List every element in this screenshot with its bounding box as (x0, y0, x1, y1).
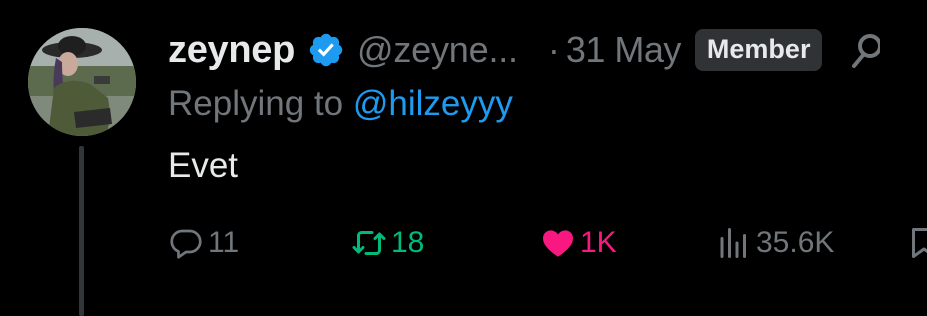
action-bar: 11 18 1K 35.6K (168, 218, 927, 268)
retweet-count: 18 (391, 226, 425, 259)
like-button[interactable]: 1K (540, 218, 617, 268)
tweet-text: Evet (168, 146, 239, 185)
separator-dot: · (547, 29, 560, 70)
avatar-image (28, 28, 136, 136)
bookmark-icon (912, 228, 927, 258)
reply-count: 11 (208, 226, 240, 259)
replying-prefix: Replying to (168, 84, 353, 123)
member-badge[interactable]: Member (694, 29, 823, 71)
retweet-icon (352, 231, 386, 255)
tweet-date[interactable]: 31 May (566, 29, 682, 71)
replying-to: Replying to @hilzeyyy (168, 84, 513, 124)
display-name[interactable]: zeynep (168, 29, 295, 72)
handle[interactable]: @zeyne... (357, 29, 518, 71)
retweet-button[interactable]: 18 (351, 218, 424, 268)
bookmark-button[interactable] (906, 218, 927, 268)
reply-button[interactable]: 11 (168, 218, 239, 268)
views-button[interactable]: 35.6K (716, 218, 834, 268)
views-count: 35.6K (756, 226, 835, 259)
avatar[interactable] (28, 28, 136, 136)
more-icon[interactable] (850, 30, 881, 70)
reply-icon (170, 229, 202, 259)
like-icon (543, 230, 573, 257)
tweet-header: zeynep @zeyne... · 31 May Member (168, 22, 881, 78)
thread-line (79, 146, 84, 316)
like-count: 1K (580, 226, 617, 259)
replying-mention-link[interactable]: @hilzeyyy (353, 84, 513, 123)
verified-icon (309, 33, 343, 67)
views-icon (720, 228, 746, 258)
